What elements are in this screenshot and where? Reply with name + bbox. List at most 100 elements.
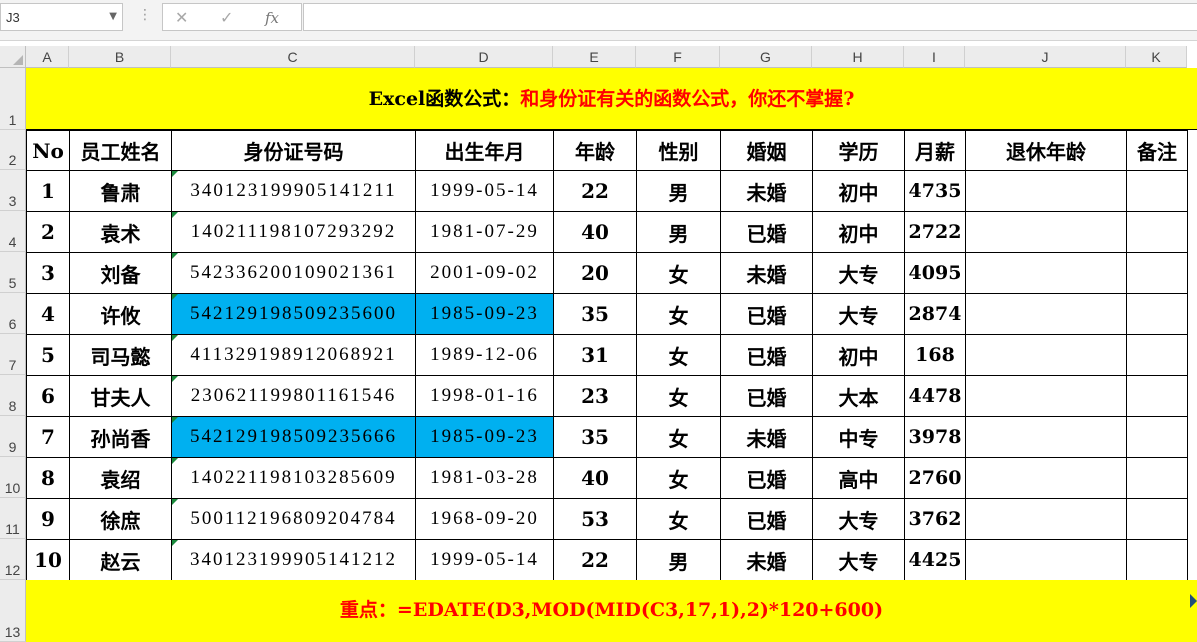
data-cell[interactable]: 35 [553, 416, 637, 458]
data-cell[interactable]: 22 [553, 539, 637, 581]
data-cell[interactable]: 大本 [812, 375, 905, 417]
data-cell[interactable]: 鲁肃 [69, 170, 172, 212]
insert-function-icon[interactable]: fx [265, 9, 279, 27]
select-all-corner[interactable] [0, 46, 26, 68]
cancel-icon[interactable]: ✕ [175, 8, 188, 27]
data-cell[interactable] [965, 416, 1127, 458]
row-header-10[interactable]: 10 [0, 457, 26, 498]
data-cell[interactable]: 2 [26, 211, 70, 253]
data-cell[interactable] [965, 457, 1127, 499]
data-cell[interactable]: 168 [904, 334, 966, 376]
data-cell[interactable]: 22 [553, 170, 637, 212]
data-cell[interactable]: 大专 [812, 539, 905, 581]
data-cell[interactable]: 140221198103285609 [171, 457, 416, 499]
row-header-9[interactable]: 9 [0, 416, 26, 457]
row-header-12[interactable]: 12 [0, 539, 26, 580]
data-cell[interactable] [965, 211, 1127, 253]
header-cell[interactable]: 月薪 [904, 130, 966, 171]
data-cell[interactable]: 35 [553, 293, 637, 335]
data-cell[interactable]: 甘夫人 [69, 375, 172, 417]
data-cell[interactable] [965, 375, 1127, 417]
row-header-7[interactable]: 7 [0, 334, 26, 375]
column-header-g[interactable]: G [720, 46, 812, 68]
data-cell[interactable]: 未婚 [720, 170, 813, 212]
column-header-j[interactable]: J [965, 46, 1126, 68]
data-cell[interactable]: 31 [553, 334, 637, 376]
data-cell[interactable] [1126, 170, 1188, 212]
data-cell[interactable]: 3 [26, 252, 70, 294]
data-cell[interactable]: 2001-09-02 [415, 252, 554, 294]
data-cell[interactable]: 女 [636, 334, 721, 376]
data-cell[interactable]: 已婚 [720, 211, 813, 253]
data-cell[interactable]: 1985-09-23 [415, 416, 554, 458]
data-cell[interactable]: 23 [553, 375, 637, 417]
data-cell[interactable]: 1999-05-14 [415, 539, 554, 581]
data-cell[interactable]: 4478 [904, 375, 966, 417]
data-cell[interactable]: 6 [26, 375, 70, 417]
data-cell[interactable]: 542336200109021361 [171, 252, 416, 294]
data-cell[interactable]: 司马懿 [69, 334, 172, 376]
data-cell[interactable] [1126, 375, 1188, 417]
data-cell[interactable]: 已婚 [720, 375, 813, 417]
row-header-13[interactable]: 13 [0, 580, 26, 642]
data-cell[interactable]: 340123199905141212 [171, 539, 416, 581]
data-cell[interactable]: 7 [26, 416, 70, 458]
data-cell[interactable]: 高中 [812, 457, 905, 499]
data-cell[interactable]: 1981-07-29 [415, 211, 554, 253]
data-cell[interactable]: 40 [553, 457, 637, 499]
data-cell[interactable]: 初中 [812, 211, 905, 253]
header-cell[interactable]: 备注 [1126, 130, 1188, 171]
data-cell[interactable] [1126, 211, 1188, 253]
data-cell[interactable]: 2722 [904, 211, 966, 253]
row-header-4[interactable]: 4 [0, 211, 26, 252]
data-cell[interactable]: 徐庶 [69, 498, 172, 540]
data-cell[interactable]: 1999-05-14 [415, 170, 554, 212]
data-cell[interactable]: 5 [26, 334, 70, 376]
data-cell[interactable]: 4735 [904, 170, 966, 212]
column-header-d[interactable]: D [415, 46, 553, 68]
data-cell[interactable]: 女 [636, 375, 721, 417]
data-cell[interactable]: 已婚 [720, 457, 813, 499]
data-cell[interactable] [965, 539, 1127, 581]
data-cell[interactable]: 2760 [904, 457, 966, 499]
data-cell[interactable]: 大专 [812, 293, 905, 335]
data-cell[interactable]: 孙尚香 [69, 416, 172, 458]
data-cell[interactable]: 初中 [812, 170, 905, 212]
row-header-6[interactable]: 6 [0, 293, 26, 334]
data-cell[interactable]: 230621199801161546 [171, 375, 416, 417]
data-cell[interactable]: 140211198107293292 [171, 211, 416, 253]
column-header-h[interactable]: H [812, 46, 904, 68]
data-cell[interactable]: 刘备 [69, 252, 172, 294]
column-header-f[interactable]: F [636, 46, 720, 68]
data-cell[interactable]: 3978 [904, 416, 966, 458]
data-cell[interactable] [965, 252, 1127, 294]
data-cell[interactable]: 542129198509235666 [171, 416, 416, 458]
data-cell[interactable]: 8 [26, 457, 70, 499]
row-header-3[interactable]: 3 [0, 170, 26, 211]
data-cell[interactable] [965, 334, 1127, 376]
data-cell[interactable]: 3762 [904, 498, 966, 540]
enter-icon[interactable]: ✓ [220, 8, 233, 27]
row-header-8[interactable]: 8 [0, 375, 26, 416]
header-cell[interactable]: 身份证号码 [171, 130, 416, 171]
data-cell[interactable]: 大专 [812, 498, 905, 540]
data-cell[interactable]: 女 [636, 416, 721, 458]
row-header-2[interactable]: 2 [0, 130, 26, 170]
data-cell[interactable] [1126, 416, 1188, 458]
data-cell[interactable]: 40 [553, 211, 637, 253]
data-cell[interactable]: 1985-09-23 [415, 293, 554, 335]
header-cell[interactable]: 退休年龄 [965, 130, 1127, 171]
header-cell[interactable]: 性别 [636, 130, 721, 171]
data-cell[interactable] [1126, 539, 1188, 581]
header-cell[interactable]: 员工姓名 [69, 130, 172, 171]
data-cell[interactable]: 1968-09-20 [415, 498, 554, 540]
data-cell[interactable]: 大专 [812, 252, 905, 294]
data-cell[interactable]: 2874 [904, 293, 966, 335]
data-cell[interactable]: 4 [26, 293, 70, 335]
data-cell[interactable]: 4095 [904, 252, 966, 294]
data-cell[interactable]: 9 [26, 498, 70, 540]
formula-banner[interactable]: 重点：=EDATE(D3,MOD(MID(C3,17,1),2)*120+600… [26, 580, 1197, 642]
data-cell[interactable]: 已婚 [720, 498, 813, 540]
data-cell[interactable]: 4425 [904, 539, 966, 581]
data-cell[interactable]: 未婚 [720, 539, 813, 581]
